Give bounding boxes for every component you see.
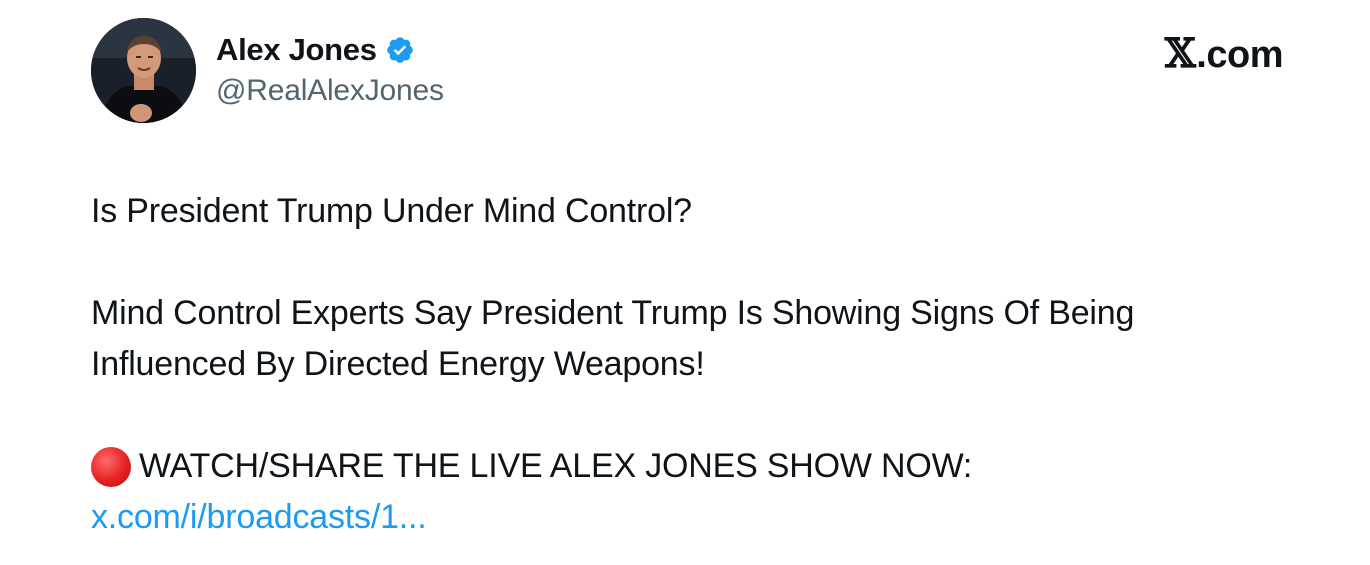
x-logo[interactable]: 𝕏 .com [1164, 30, 1284, 77]
red-circle-icon [91, 446, 131, 487]
x-brand-icon: 𝕏 [1164, 30, 1196, 77]
live-callout: WATCH/SHARE THE LIVE ALEX JONES SHOW NOW… [91, 441, 1291, 492]
avatar[interactable] [91, 18, 196, 123]
verified-badge-icon [385, 35, 415, 65]
author-name[interactable]: Alex Jones [216, 32, 377, 68]
profile-photo [91, 18, 196, 123]
post-body: Is President Trump Under Mind Control? M… [91, 186, 1291, 543]
author-block: Alex Jones @RealAlexJones [216, 28, 444, 108]
post-line-3: Influenced By Directed Energy Weapons! [91, 345, 705, 383]
broadcast-link[interactable]: x.com/i/broadcasts/1... [91, 492, 1291, 543]
live-callout-text: WATCH/SHARE THE LIVE ALEX JONES SHOW NOW… [139, 447, 973, 485]
brand-domain: .com [1196, 34, 1283, 76]
author-handle[interactable]: @RealAlexJones [216, 74, 444, 108]
post-card: Alex Jones @RealAlexJones 𝕏 .com Is Presi… [0, 0, 1370, 565]
post-line-1: Is President Trump Under Mind Control? [91, 192, 692, 230]
post-line-2: Mind Control Experts Say President Trump… [91, 294, 1135, 332]
author-name-row: Alex Jones [216, 28, 444, 72]
